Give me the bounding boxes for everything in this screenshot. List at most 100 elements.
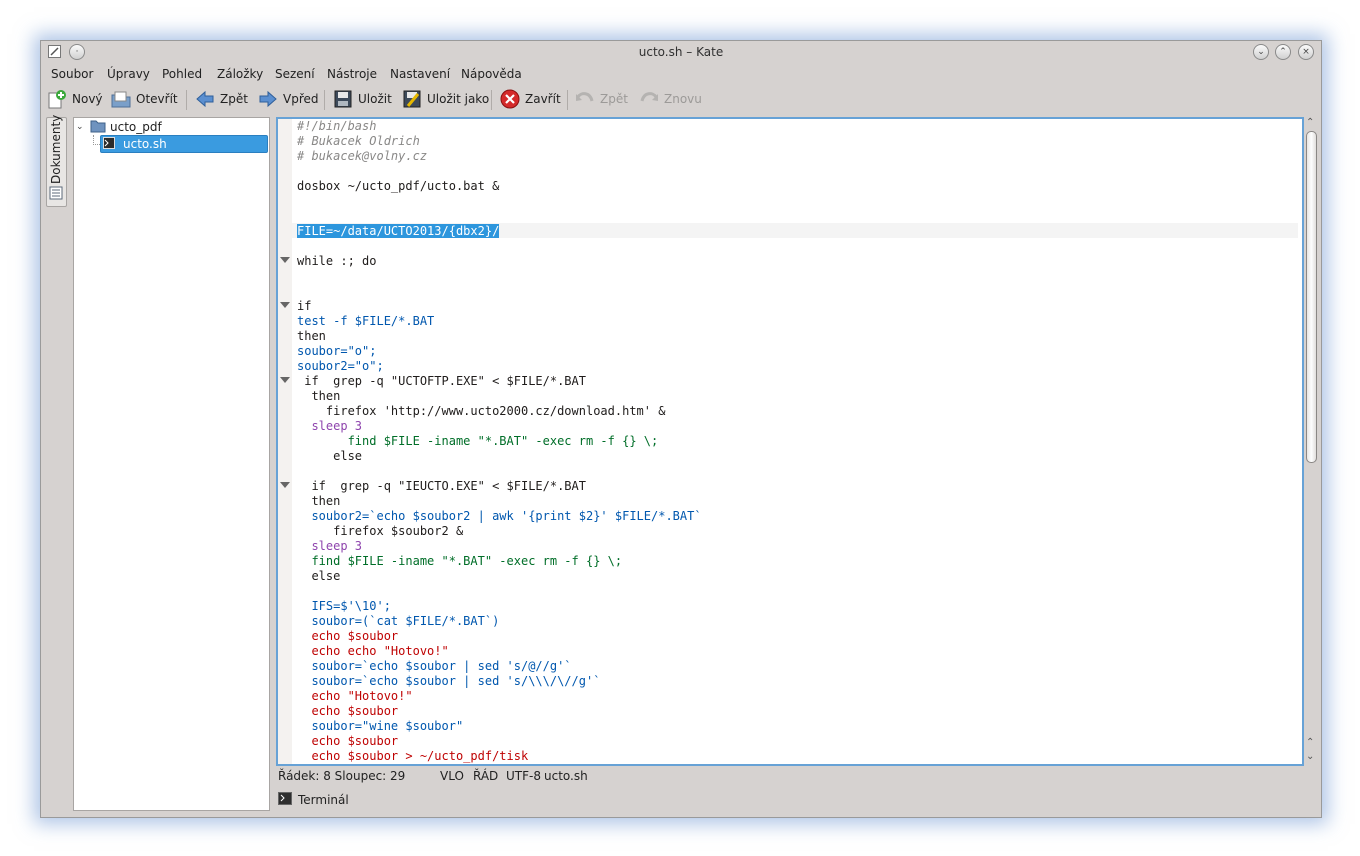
- maximize-button[interactable]: ⌃: [1275, 44, 1291, 60]
- documents-icon: [49, 186, 63, 203]
- tree-folder-row[interactable]: ⌄ ucto_pdf: [76, 119, 162, 135]
- undo-button[interactable]: Zpět: [575, 88, 628, 110]
- open-button[interactable]: Otevřít: [111, 88, 178, 110]
- redo-label: Znovu: [664, 92, 702, 106]
- save-as-label: Uložit jako: [427, 92, 490, 106]
- open-label: Otevřít: [136, 92, 178, 106]
- kate-window: · ucto.sh – Kate ⌄ ⌃ × Soubor Úpravy Poh…: [40, 40, 1322, 818]
- scroll-up-arrow-icon[interactable]: ⌃: [1306, 737, 1314, 748]
- fold-marker-icon[interactable]: [280, 482, 290, 488]
- menu-zalozky[interactable]: Záložky: [217, 67, 263, 81]
- cursor-position: Řádek: 8 Sloupec: 29: [278, 769, 406, 783]
- code-editor[interactable]: #!/bin/bash # Bukacek Oldrich # bukacek@…: [276, 117, 1304, 766]
- scroll-down-arrow-icon[interactable]: ⌄: [1306, 751, 1314, 762]
- code-line: soubor=(`cat $FILE/*.BAT`): [297, 614, 500, 628]
- arrow-left-icon: [195, 89, 215, 109]
- code-line: else: [297, 569, 341, 583]
- redo-icon: [639, 89, 659, 109]
- code-line: soubor=`echo $soubor | sed 's/\\\/\//g'`: [297, 674, 601, 688]
- editor-scrollbar[interactable]: ⌃ ⌃ ⌄: [1303, 117, 1319, 767]
- arrow-right-icon: [258, 89, 278, 109]
- code-line: echo $soubor: [297, 734, 399, 748]
- fold-marker-icon[interactable]: [280, 377, 290, 383]
- chevron-down-icon[interactable]: ⌄: [76, 122, 86, 132]
- back-label: Zpět: [220, 92, 248, 106]
- documents-sidebar-tab[interactable]: Dokumenty: [46, 115, 67, 207]
- code-line: IFS=$'\10';: [297, 599, 391, 613]
- code-line: dosbox ~/ucto_pdf/ucto.bat &: [297, 179, 500, 193]
- menu-nastaveni[interactable]: Nastavení: [390, 67, 450, 81]
- code-line: echo $soubor: [297, 629, 399, 643]
- open-folder-icon: [111, 89, 131, 109]
- save-icon: [333, 89, 353, 109]
- scrollbar-thumb[interactable]: [1306, 131, 1317, 463]
- scroll-up-arrow-icon[interactable]: ⌃: [1306, 117, 1314, 128]
- minimize-button[interactable]: ⌄: [1253, 44, 1269, 60]
- status-filename: ucto.sh: [544, 769, 588, 783]
- save-button[interactable]: Uložit: [333, 88, 392, 110]
- terminal-tab[interactable]: Terminál: [278, 791, 349, 809]
- tree-file-row-selected[interactable]: ucto.sh: [100, 135, 268, 153]
- window-title: ucto.sh – Kate: [638, 45, 724, 59]
- toolbar-separator: [324, 90, 325, 110]
- save-label: Uložit: [358, 92, 392, 106]
- back-button[interactable]: Zpět: [195, 88, 248, 110]
- code-line: # Bukacek Oldrich: [297, 134, 420, 148]
- fold-marker-icon[interactable]: [280, 257, 290, 263]
- code-line: # bukacek@volny.cz: [297, 149, 428, 163]
- new-button[interactable]: Nový: [47, 88, 103, 110]
- save-as-button[interactable]: Uložit jako: [402, 88, 489, 110]
- undo-label: Zpět: [600, 92, 628, 106]
- tree-connector: [93, 135, 100, 145]
- encoding[interactable]: UTF-8: [506, 769, 541, 783]
- new-label: Nový: [72, 92, 103, 106]
- code-line: echo "Hotovo!": [297, 689, 413, 703]
- insert-mode[interactable]: VLO: [440, 769, 464, 783]
- redo-button[interactable]: Znovu: [639, 88, 702, 110]
- menu-soubor[interactable]: Soubor: [51, 67, 93, 81]
- terminal-label: Terminál: [298, 793, 349, 807]
- forward-button[interactable]: Vpřed: [258, 88, 319, 110]
- code-line: soubor="o";: [297, 344, 377, 358]
- selection-mode[interactable]: ŘÁD: [473, 769, 498, 783]
- code-line: sleep 3: [297, 539, 363, 553]
- code-line: then: [297, 494, 341, 508]
- code-line: sleep 3: [297, 419, 363, 433]
- close-document-button[interactable]: Zavřít: [500, 88, 561, 110]
- code-line: if grep -q "UCTOFTP.EXE" < $FILE/*.BAT: [297, 374, 586, 388]
- toolbar-separator: [567, 90, 568, 110]
- menu-napoveda[interactable]: Nápověda: [461, 67, 522, 81]
- menu-nastroje[interactable]: Nástroje: [327, 67, 377, 81]
- tree-folder-label: ucto_pdf: [110, 120, 162, 134]
- code-line: firefox 'http://www.ucto2000.cz/download…: [297, 404, 666, 418]
- status-bar: Řádek: 8 Sloupec: 29 VLO ŘÁD UTF-8 ucto.…: [278, 769, 978, 785]
- code-line: echo $soubor > ~/ucto_pdf/tisk: [297, 749, 529, 763]
- menu-bar: Soubor Úpravy Pohled Záložky Sezení Nást…: [41, 63, 1321, 85]
- code-line: then: [297, 389, 341, 403]
- code-line: echo echo "Hotovo!": [297, 644, 449, 658]
- title-bar: · ucto.sh – Kate ⌄ ⌃ ×: [41, 41, 1321, 63]
- terminal-icon: [278, 792, 292, 808]
- code-line: find $FILE -iname "*.BAT" -exec rm -f {}…: [297, 554, 623, 568]
- toolbar-separator: [186, 90, 187, 110]
- code-line: else: [297, 449, 363, 463]
- menu-sezeni[interactable]: Sezení: [275, 67, 315, 81]
- undo-icon: [575, 89, 595, 109]
- main-toolbar: Nový Otevřít Zpět Vpřed Uložit Uložit ja…: [41, 86, 1321, 112]
- save-as-icon: [402, 89, 422, 109]
- code-line: soubor2="o";: [297, 359, 384, 373]
- code-line: find $FILE -iname "*.BAT" -exec rm -f {}…: [297, 434, 659, 448]
- code-line: soubor2=`echo $soubor2 | awk '{print $2}…: [297, 509, 702, 523]
- code-line: #!/bin/bash: [297, 119, 377, 133]
- selected-code-line: FILE=~/data/UCTO2013/{dbx2}/: [297, 224, 500, 238]
- close-circle-icon: [500, 89, 520, 109]
- new-document-icon: [47, 89, 67, 109]
- folding-gutter: [278, 119, 292, 764]
- menu-pohled[interactable]: Pohled: [162, 67, 202, 81]
- fold-marker-icon[interactable]: [280, 302, 290, 308]
- close-label: Zavřít: [525, 92, 561, 106]
- shell-script-icon: [103, 136, 115, 152]
- menu-upravy[interactable]: Úpravy: [107, 67, 150, 81]
- close-window-button[interactable]: ×: [1298, 44, 1314, 60]
- code-line: firefox $soubor2 &: [297, 524, 464, 538]
